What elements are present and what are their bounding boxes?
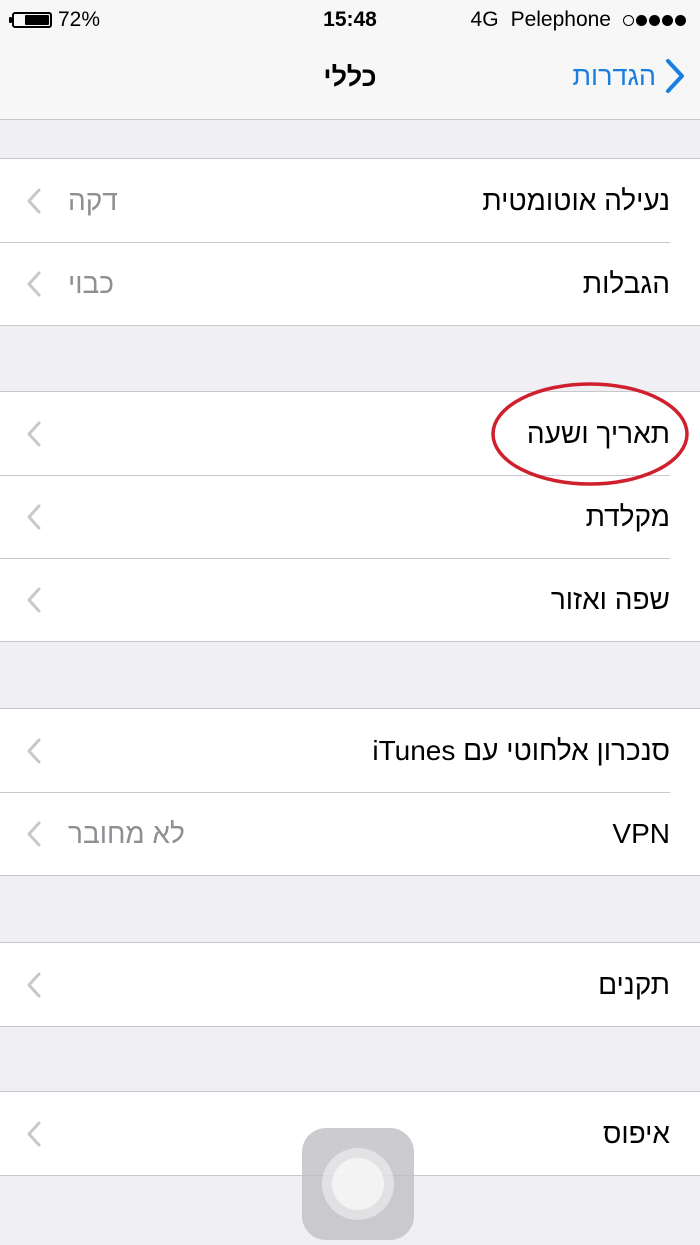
row-label: מקלדת bbox=[585, 501, 670, 532]
row-label: איפוס bbox=[602, 1118, 670, 1149]
chevron-left-icon bbox=[27, 738, 41, 764]
row-auto-lock[interactable]: נעילה אוטומטית דקה bbox=[0, 159, 700, 242]
row-label: הגבלות bbox=[582, 268, 670, 299]
row-value: דקה bbox=[68, 185, 118, 216]
chevron-left-icon bbox=[27, 1121, 41, 1147]
back-button-label: הגדרות bbox=[572, 60, 656, 91]
settings-group-sync: סנכרון אלחוטי עם iTunes VPN לא מחובר bbox=[0, 708, 700, 876]
row-label: תקנים bbox=[598, 969, 670, 1000]
row-label: סנכרון אלחוטי עם iTunes bbox=[372, 735, 670, 766]
status-bar: 72% 15:48 4G Pelephone bbox=[0, 0, 700, 40]
row-keyboard[interactable]: מקלדת bbox=[0, 475, 700, 558]
row-label: נעילה אוטומטית bbox=[482, 185, 670, 216]
chevron-right-icon bbox=[666, 59, 684, 93]
assistive-touch-button[interactable] bbox=[302, 1128, 414, 1240]
row-label: שפה ואזור bbox=[550, 584, 670, 615]
row-vpn[interactable]: VPN לא מחובר bbox=[0, 792, 700, 875]
chevron-left-icon bbox=[27, 421, 41, 447]
row-value: כבוי bbox=[68, 268, 114, 299]
settings-group-lock: נעילה אוטומטית דקה הגבלות כבוי bbox=[0, 158, 700, 326]
carrier-name: Pelephone bbox=[510, 8, 611, 31]
chevron-left-icon bbox=[27, 504, 41, 530]
row-value: לא מחובר bbox=[68, 818, 185, 849]
chevron-left-icon bbox=[27, 271, 41, 297]
row-language-region[interactable]: שפה ואזור bbox=[0, 558, 700, 641]
nav-bar: כללי הגדרות bbox=[0, 40, 700, 120]
chevron-left-icon bbox=[27, 972, 41, 998]
network-type: 4G bbox=[470, 8, 499, 31]
signal-icon bbox=[623, 14, 686, 26]
chevron-left-icon bbox=[27, 188, 41, 214]
settings-group-regulatory: תקנים bbox=[0, 942, 700, 1027]
back-button[interactable]: הגדרות bbox=[572, 58, 686, 94]
row-itunes-wifi-sync[interactable]: סנכרון אלחוטי עם iTunes bbox=[0, 709, 700, 792]
chevron-left-icon bbox=[27, 821, 41, 847]
row-regulatory[interactable]: תקנים bbox=[0, 943, 700, 1026]
network-status: 4G Pelephone bbox=[471, 8, 686, 32]
annotation-ellipse bbox=[491, 382, 689, 486]
chevron-left-icon bbox=[27, 587, 41, 613]
row-restrictions[interactable]: הגבלות כבוי bbox=[0, 242, 700, 325]
row-label: VPN bbox=[612, 818, 670, 849]
